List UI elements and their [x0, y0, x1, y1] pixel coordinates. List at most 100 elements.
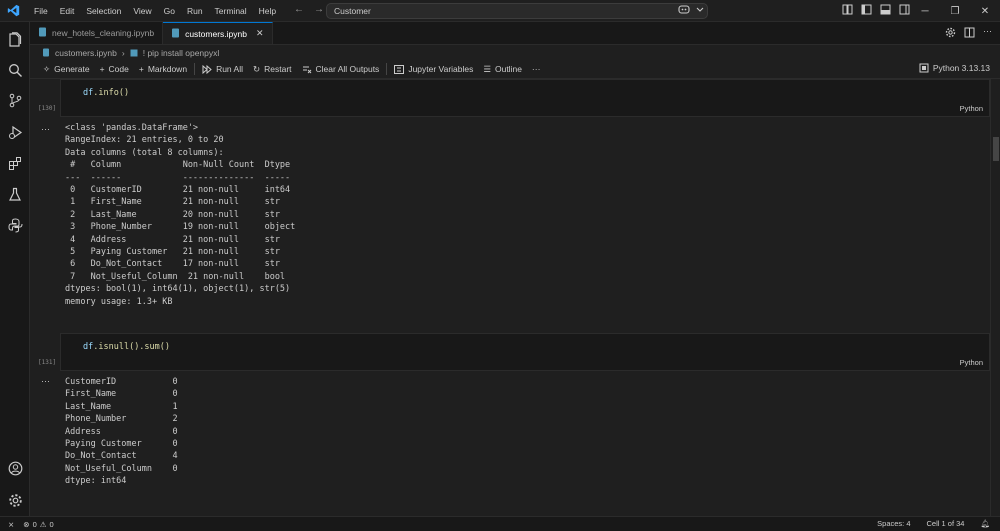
menu-selection[interactable]: Selection: [80, 6, 127, 16]
run-debug-icon[interactable]: [0, 118, 30, 146]
indentation-status[interactable]: Spaces: 4: [877, 519, 910, 528]
notebook-editor: df.info() Python [130] ··· <class 'panda…: [30, 79, 990, 516]
markdown-label: Markdown: [147, 64, 188, 74]
toggle-panel-icon[interactable]: [880, 4, 891, 15]
activity-bar: [0, 22, 30, 516]
warning-icon: ⚠: [39, 519, 47, 529]
output-actions-icon[interactable]: ···: [41, 376, 50, 386]
plus-icon: +: [138, 64, 144, 74]
tab-new-hotels-cleaning[interactable]: new_hotels_cleaning.ipynb: [30, 22, 164, 44]
explorer-icon[interactable]: [0, 26, 30, 54]
menu-view[interactable]: View: [127, 6, 157, 16]
account-icon[interactable]: [0, 454, 30, 482]
breadcrumb-cell[interactable]: ! pip install openpyxl: [143, 48, 220, 58]
settings-gear-icon[interactable]: [0, 486, 30, 514]
back-arrow-icon[interactable]: ←: [294, 4, 304, 15]
notebook-file-icon: [171, 28, 180, 40]
tab-customers[interactable]: customers.ipynb ✕: [163, 22, 273, 44]
toolbar-divider: [194, 63, 196, 75]
status-bar: ⨯ ⊗ 0 ⚠ 0 Spaces: 4 Cell 1 of 34 🔔︎: [0, 516, 1000, 531]
variables-icon: [394, 64, 405, 74]
code-line[interactable]: df.info(): [83, 88, 129, 98]
editor-actions: ···: [945, 27, 992, 38]
kernel-label: Python 3.13.13: [932, 63, 990, 73]
forward-arrow-icon[interactable]: →: [314, 4, 324, 15]
menu-run[interactable]: Run: [181, 6, 209, 16]
problems-indicator[interactable]: ⨯ ⊗ 0 ⚠ 0: [0, 520, 54, 529]
split-editor-icon[interactable]: [964, 27, 975, 38]
remote-icon[interactable]: ⨯: [8, 520, 14, 529]
source-control-icon[interactable]: [0, 86, 30, 114]
menu-edit[interactable]: Edit: [54, 6, 81, 16]
breadcrumb-file[interactable]: customers.ipynb: [55, 48, 117, 58]
toolbar-divider: [386, 63, 388, 75]
minimize-icon[interactable]: ─: [910, 6, 940, 17]
vscode-logo-icon: [4, 0, 22, 22]
menu-go[interactable]: Go: [158, 6, 181, 16]
code-cell[interactable]: df.info() Python [130]: [30, 79, 990, 117]
notifications-bell-icon[interactable]: 🔔︎: [980, 519, 990, 528]
close-icon[interactable]: ✕: [970, 6, 1000, 17]
toggle-sidebar-icon[interactable]: [861, 4, 872, 15]
command-center-search[interactable]: Customer: [326, 3, 708, 19]
more-actions-icon[interactable]: ···: [983, 27, 992, 38]
chevron-down-icon[interactable]: [696, 4, 704, 15]
warning-count: 0: [49, 519, 54, 529]
more-icon: ···: [531, 64, 541, 74]
nav-arrows: ← →: [294, 4, 324, 15]
cell-language[interactable]: Python: [960, 104, 983, 113]
outline-icon: ☰: [483, 63, 491, 74]
notebook-toolbar: ✧ Generate + Code + Markdown Run All ↻ R…: [30, 60, 1000, 79]
breadcrumb: customers.ipynb › ! pip install openpyxl: [30, 45, 1000, 60]
editor-scrollbar[interactable]: [990, 79, 1000, 516]
error-icon: ⊗: [23, 519, 30, 529]
restore-icon[interactable]: ❐: [940, 6, 970, 17]
kernel-picker[interactable]: Python 3.13.13: [919, 63, 990, 73]
menu-terminal[interactable]: Terminal: [209, 6, 253, 16]
add-markdown-cell-button[interactable]: + Markdown: [134, 64, 192, 74]
run-all-button[interactable]: Run All: [197, 64, 248, 74]
execution-count: [131]: [38, 359, 57, 366]
clear-label: Clear All Outputs: [315, 64, 380, 74]
error-count: 0: [32, 519, 37, 529]
scrollbar-thumb[interactable]: [993, 137, 999, 161]
editor-tab-bar: new_hotels_cleaning.ipynb customers.ipyn…: [30, 22, 1000, 45]
customize-layout-icon[interactable]: [842, 4, 853, 15]
tab-label: new_hotels_cleaning.ipynb: [52, 28, 155, 38]
code-editor[interactable]: df.info() Python: [60, 79, 990, 117]
code-line[interactable]: df.isnull().sum(): [83, 342, 170, 352]
outline-button[interactable]: ☰ Outline: [478, 64, 527, 75]
restart-icon: ↻: [253, 63, 261, 74]
extensions-icon[interactable]: [0, 149, 30, 177]
sparkle-icon: ✧: [43, 63, 51, 74]
cell-output: <class 'pandas.DataFrame'> RangeIndex: 2…: [65, 123, 296, 307]
output-actions-icon[interactable]: ···: [41, 124, 50, 134]
gear-icon[interactable]: [945, 27, 956, 38]
testing-flask-icon[interactable]: [0, 180, 30, 208]
toolbar-more-button[interactable]: ···: [527, 64, 546, 74]
tab-close-icon[interactable]: ✕: [256, 28, 264, 39]
toggle-secondary-sidebar-icon[interactable]: [899, 4, 910, 15]
jupyter-variables-button[interactable]: Jupyter Variables: [389, 64, 478, 74]
breadcrumb-separator-icon: ›: [121, 47, 125, 58]
notebook-file-icon: [38, 27, 47, 39]
code-label: Code: [108, 64, 129, 74]
copilot-icon[interactable]: [678, 4, 690, 15]
code-editor[interactable]: df.isnull().sum() Python: [60, 333, 990, 371]
clear-outputs-button[interactable]: Clear All Outputs: [297, 64, 385, 74]
add-code-cell-button[interactable]: + Code: [95, 64, 134, 74]
cell-position-status[interactable]: Cell 1 of 34: [927, 519, 965, 528]
layout-controls: [842, 4, 910, 15]
code-cell[interactable]: df.isnull().sum() Python [131]: [30, 333, 990, 371]
menu-file[interactable]: File: [28, 6, 54, 16]
search-icon[interactable]: [0, 56, 30, 84]
cell-language[interactable]: Python: [960, 358, 983, 367]
menu-help[interactable]: Help: [253, 6, 282, 16]
python-icon[interactable]: [0, 211, 30, 239]
generate-button[interactable]: ✧ Generate: [38, 64, 95, 75]
clear-all-icon: [302, 66, 311, 73]
status-right: Spaces: 4 Cell 1 of 34 🔔︎: [877, 519, 990, 528]
restart-button[interactable]: ↻ Restart: [248, 64, 297, 75]
code-variable: df: [83, 342, 94, 352]
restart-label: Restart: [264, 64, 292, 74]
